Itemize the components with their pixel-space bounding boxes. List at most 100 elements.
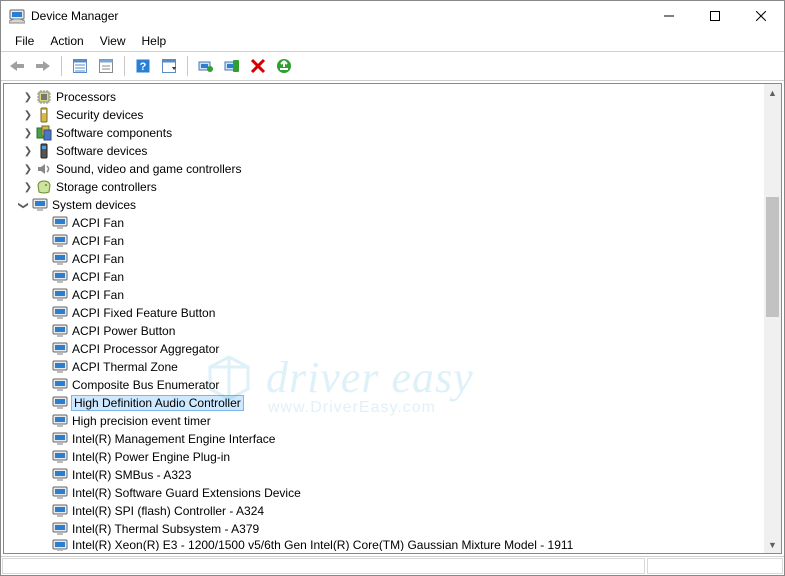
toolbar-separator	[61, 56, 62, 76]
tree-item[interactable]: Intel(R) SPI (flash) Controller - A324	[4, 502, 764, 520]
tree-label: Intel(R) SPI (flash) Controller - A324	[72, 504, 264, 518]
expand-icon[interactable]: ❯	[22, 128, 34, 139]
toolbar-separator	[124, 56, 125, 76]
svg-text:?: ?	[140, 61, 147, 73]
tree-label: Intel(R) Power Engine Plug-in	[72, 450, 230, 464]
scroll-down-icon[interactable]: ▼	[764, 536, 781, 553]
collapse-icon[interactable]: ❯	[18, 199, 29, 211]
help-button[interactable]: ?	[131, 55, 155, 77]
menu-help[interactable]: Help	[134, 32, 175, 50]
tree-category-expanded[interactable]: ❯ System devices	[4, 196, 764, 214]
tree-item[interactable]: Intel(R) Power Engine Plug-in	[4, 448, 764, 466]
tree-label: ACPI Fan	[72, 252, 124, 266]
expand-icon[interactable]: ❯	[22, 164, 34, 175]
disable-device-button[interactable]	[246, 55, 270, 77]
monitor-icon	[52, 449, 68, 465]
minimize-button[interactable]	[646, 1, 692, 31]
expand-icon[interactable]: ❯	[22, 182, 34, 193]
tree-item[interactable]: Composite Bus Enumerator	[4, 376, 764, 394]
monitor-icon	[52, 251, 68, 267]
tree-category[interactable]: ❯ Processors	[4, 88, 764, 106]
monitor-icon	[52, 233, 68, 249]
tree-category[interactable]: ❯ Storage controllers	[4, 178, 764, 196]
monitor-icon	[52, 287, 68, 303]
status-cell	[647, 558, 783, 574]
expand-icon[interactable]: ❯	[22, 146, 34, 157]
tree-item[interactable]: Intel(R) Xeon(R) E3 - 1200/1500 v5/6th G…	[4, 538, 764, 551]
action-button[interactable]	[157, 55, 181, 77]
storage-icon	[36, 179, 52, 195]
uninstall-device-button[interactable]	[220, 55, 244, 77]
tree-label: ACPI Thermal Zone	[72, 360, 178, 374]
monitor-icon	[52, 305, 68, 321]
tree-item[interactable]: ACPI Fan	[4, 232, 764, 250]
monitor-icon	[52, 503, 68, 519]
tree-item[interactable]: ACPI Power Button	[4, 322, 764, 340]
tree-label: ACPI Processor Aggregator	[72, 342, 219, 356]
tree-label: ACPI Fan	[72, 288, 124, 302]
monitor-icon	[32, 197, 48, 213]
tree-label: Storage controllers	[56, 180, 157, 194]
title-bar: Device Manager	[1, 1, 784, 31]
tree-category[interactable]: ❯Software components	[4, 124, 764, 142]
tree-item[interactable]: ACPI Fan	[4, 250, 764, 268]
monitor-icon	[52, 395, 68, 411]
menu-view[interactable]: View	[92, 32, 134, 50]
properties-button[interactable]	[94, 55, 118, 77]
tree-item[interactable]: Intel(R) Thermal Subsystem - A379	[4, 520, 764, 538]
tree-item[interactable]: Intel(R) SMBus - A323	[4, 466, 764, 484]
close-button[interactable]	[738, 1, 784, 31]
tree-category[interactable]: ❯ Software devices	[4, 142, 764, 160]
tree-category[interactable]: ❯ Sound, video and game controllers	[4, 160, 764, 178]
window-controls	[646, 1, 784, 31]
monitor-icon	[52, 269, 68, 285]
expand-icon[interactable]: ❯	[22, 110, 34, 121]
tree-item[interactable]: Intel(R) Management Engine Interface	[4, 430, 764, 448]
tree-item[interactable]: High precision event timer	[4, 412, 764, 430]
tree-label: Processors	[56, 90, 116, 104]
monitor-icon	[52, 359, 68, 375]
app-icon	[9, 8, 25, 24]
tree-item[interactable]: Intel(R) Software Guard Extensions Devic…	[4, 484, 764, 502]
sound-icon	[36, 161, 52, 177]
tree-label: Intel(R) Xeon(R) E3 - 1200/1500 v5/6th G…	[72, 538, 573, 551]
tree-label: Intel(R) Thermal Subsystem - A379	[72, 522, 259, 536]
menu-file[interactable]: File	[7, 32, 42, 50]
maximize-button[interactable]	[692, 1, 738, 31]
tree-label: ACPI Power Button	[72, 324, 175, 338]
monitor-icon	[52, 538, 68, 551]
update-driver-button[interactable]	[194, 55, 218, 77]
scroll-thumb[interactable]	[766, 197, 779, 317]
tree-item[interactable]: High Definition Audio Controller	[4, 394, 764, 412]
tree-label: High Definition Audio Controller	[72, 396, 243, 410]
tree-label: Sound, video and game controllers	[56, 162, 241, 176]
tree-item[interactable]: ACPI Fixed Feature Button	[4, 304, 764, 322]
forward-button[interactable]	[31, 55, 55, 77]
menu-action[interactable]: Action	[42, 32, 91, 50]
monitor-icon	[52, 215, 68, 231]
monitor-icon	[52, 341, 68, 357]
toolbar: ?	[1, 51, 784, 81]
monitor-icon	[52, 377, 68, 393]
tree-item[interactable]: ACPI Fan	[4, 268, 764, 286]
device-tree[interactable]: ❯ Processors ❯Security devices❯Software co…	[4, 84, 764, 551]
device-manager-window: Device Manager File Action View Help	[0, 0, 785, 576]
back-button[interactable]	[5, 55, 29, 77]
expand-icon[interactable]: ❯	[22, 92, 34, 103]
tree-category[interactable]: ❯Security devices	[4, 106, 764, 124]
tree-label: Software devices	[56, 144, 147, 158]
tree-label: Intel(R) Software Guard Extensions Devic…	[72, 486, 301, 500]
tree-item[interactable]: ACPI Fan	[4, 286, 764, 304]
status-bar	[1, 556, 784, 575]
scan-hardware-button[interactable]	[272, 55, 296, 77]
tree-item[interactable]: ACPI Thermal Zone	[4, 358, 764, 376]
scroll-track[interactable]	[764, 101, 781, 536]
show-hide-console-tree-button[interactable]	[68, 55, 92, 77]
tree-item[interactable]: ACPI Processor Aggregator	[4, 340, 764, 358]
tree-label: System devices	[52, 198, 136, 212]
tree-label: ACPI Fan	[72, 216, 124, 230]
menu-bar: File Action View Help	[1, 31, 784, 51]
scroll-up-icon[interactable]: ▲	[764, 84, 781, 101]
tree-item[interactable]: ACPI Fan	[4, 214, 764, 232]
vertical-scrollbar[interactable]: ▲ ▼	[764, 84, 781, 553]
